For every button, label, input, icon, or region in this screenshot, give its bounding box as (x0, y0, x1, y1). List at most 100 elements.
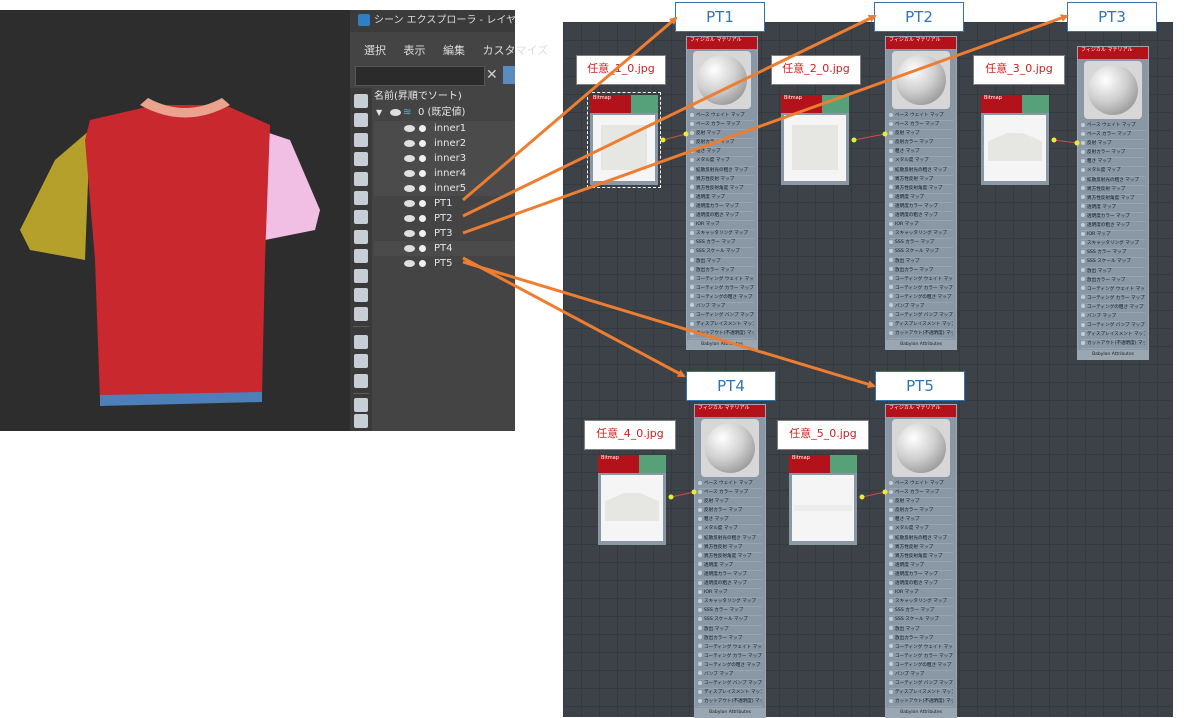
list-item[interactable]: inner2 (374, 136, 515, 151)
eye-icon[interactable] (404, 125, 415, 132)
map-slot[interactable]: 反射カラー マップ (889, 139, 953, 149)
map-slot[interactable]: コーティング バンプ マップ (889, 680, 953, 690)
map-slot[interactable]: SSS カラー マップ (1081, 249, 1145, 259)
map-slot[interactable]: ベース ウェイト マップ (889, 112, 953, 122)
map-slot[interactable]: SSS カラー マップ (698, 607, 762, 617)
eye-icon[interactable] (404, 260, 415, 267)
map-slot[interactable]: 粗さ マップ (690, 148, 754, 158)
map-slot[interactable]: 透明度 マップ (690, 194, 754, 203)
map-slot[interactable]: コーティング ウェイト マップ (889, 276, 953, 285)
map-slot[interactable]: ベース ウェイト マップ (698, 480, 762, 490)
map-slot[interactable]: 反射 マップ (889, 498, 953, 508)
map-slot[interactable]: コーティング バンプ マップ (690, 312, 754, 322)
map-slot[interactable]: ベース ウェイト マップ (889, 480, 953, 490)
map-slot[interactable]: SSS スケール マップ (1081, 258, 1145, 268)
map-slot[interactable]: 異方性反射角度 マップ (690, 185, 754, 194)
map-slot[interactable]: 異方性反射 マップ (889, 544, 953, 553)
map-slot[interactable]: ディスプレイスメント マップ (698, 689, 762, 699)
map-slot[interactable]: ベース ウェイト マップ (690, 112, 754, 122)
list-item[interactable]: inner5 (374, 181, 515, 196)
eye-icon[interactable] (404, 230, 415, 237)
particle-filter-icon[interactable] (354, 288, 368, 302)
map-slot[interactable]: 反射カラー マップ (889, 507, 953, 517)
list-item[interactable]: inner3 (374, 151, 515, 166)
sort-header[interactable]: 名前(昇順でソート) (374, 89, 515, 104)
material-editor-graph[interactable]: Bitmap Bitmap Bitmap Bitmap Bitmap フィジカル… (563, 22, 1173, 718)
physical-material-node[interactable]: フィジカル マテリアル ベース ウェイト マップ ベース カラー マップ 反射 マッ… (686, 36, 758, 351)
map-slot[interactable]: コーティングの粗さ マップ (889, 662, 953, 671)
map-slot[interactable]: スキャッタリング マップ (698, 598, 762, 608)
bitmap-node-4[interactable]: Bitmap (598, 455, 666, 545)
list-item[interactable]: PT2 (374, 211, 515, 226)
map-slot[interactable]: コーティングの粗さ マップ (1081, 304, 1145, 313)
map-slot[interactable]: SSS カラー マップ (690, 239, 754, 249)
layer-row-root[interactable]: ▼ ≋ 0 (既定値) (374, 105, 515, 120)
physical-material-node[interactable]: フィジカル マテリアル ベース ウェイト マップ ベース カラー マップ 反射 マッ… (885, 404, 957, 718)
list-item[interactable]: PT1 (374, 196, 515, 211)
map-slot[interactable]: メタル度 マップ (1081, 167, 1145, 177)
bitmap-node-2[interactable]: Bitmap (781, 95, 849, 185)
map-slot[interactable]: 異方性反射角度 マップ (1081, 195, 1145, 204)
bitmap-node-5[interactable]: Bitmap (789, 455, 857, 545)
funnel-filter-icon[interactable] (354, 414, 368, 428)
map-slot[interactable]: 粗さ マップ (889, 516, 953, 526)
map-slot[interactable]: 反射 マップ (690, 130, 754, 140)
map-slot[interactable]: バンプ マップ (889, 671, 953, 681)
map-slot[interactable]: 放出 マップ (690, 258, 754, 267)
group-filter-icon[interactable] (354, 210, 368, 224)
map-slot[interactable]: バンプ マップ (690, 303, 754, 313)
map-slot[interactable]: SSS カラー マップ (889, 607, 953, 617)
menu-view[interactable]: 表示 (404, 44, 426, 57)
eye-icon[interactable] (404, 200, 415, 207)
expand-arrow-icon[interactable]: ▼ (376, 105, 382, 120)
map-slot[interactable]: カットアウト(不透明度) マップ (1081, 340, 1145, 350)
map-slot[interactable]: コーティング カラー マップ (690, 285, 754, 294)
map-slot[interactable]: コーティング ウェイト マップ (690, 276, 754, 285)
map-slot[interactable]: 透明度の粗さ マップ (889, 212, 953, 222)
map-slot[interactable]: ディスプレイスメント マップ (889, 321, 953, 331)
map-slot[interactable]: 異方性反射 マップ (1081, 186, 1145, 195)
map-slot[interactable]: メタル度 マップ (698, 525, 762, 535)
map-slot[interactable]: コーティング ウェイト マップ (889, 644, 953, 653)
eye-icon[interactable] (404, 170, 415, 177)
map-slot[interactable]: ベース カラー マップ (1081, 131, 1145, 141)
map-slot[interactable]: 透明度 マップ (698, 562, 762, 571)
bone-filter-icon[interactable] (354, 249, 368, 263)
list-item[interactable]: PT4 (374, 241, 515, 256)
map-slot[interactable]: バンプ マップ (698, 671, 762, 681)
map-slot[interactable]: 異方性反射角度 マップ (889, 553, 953, 562)
map-slot[interactable]: IOR マップ (690, 221, 754, 231)
map-slot[interactable]: 拡散反射光の粗さ マップ (690, 167, 754, 176)
map-slot[interactable]: 反射カラー マップ (698, 507, 762, 517)
physical-material-node[interactable]: フィジカル マテリアル ベース ウェイト マップ ベース カラー マップ 反射 マッ… (694, 404, 766, 718)
map-slot[interactable]: 反射 マップ (889, 130, 953, 140)
map-slot[interactable]: カットアウト(不透明度) マップ (690, 330, 754, 340)
eye-icon[interactable] (404, 155, 415, 162)
funnel-icon[interactable] (354, 398, 368, 412)
map-slot[interactable]: ベース カラー マップ (698, 489, 762, 499)
helper-filter-icon[interactable] (354, 172, 368, 186)
eye-icon[interactable] (404, 215, 415, 222)
map-slot[interactable]: 拡散反射光の粗さ マップ (889, 535, 953, 544)
search-input[interactable] (355, 66, 485, 86)
map-slot[interactable]: コーティング ウェイト マップ (1081, 286, 1145, 295)
map-slot[interactable]: 異方性反射角度 マップ (889, 185, 953, 194)
map-slot[interactable]: 放出カラー マップ (698, 635, 762, 644)
map-slot[interactable]: IOR マップ (1081, 231, 1145, 241)
menu-customize[interactable]: カスタマイズ (483, 44, 549, 57)
map-slot[interactable]: コーティング バンプ マップ (698, 680, 762, 690)
map-slot[interactable]: 異方性反射 マップ (690, 176, 754, 185)
clear-search-icon[interactable]: ✕ (486, 65, 498, 85)
eye-icon[interactable] (404, 185, 415, 192)
map-slot[interactable]: 透明度カラー マップ (889, 203, 953, 213)
map-slot[interactable]: ディスプレイスメント マップ (889, 689, 953, 699)
map-slot[interactable]: コーティング カラー マップ (889, 285, 953, 294)
display-none-icon[interactable] (354, 354, 368, 368)
hidden-filter-icon[interactable] (354, 307, 368, 321)
map-slot[interactable]: メタル度 マップ (690, 157, 754, 167)
filter-icon[interactable] (503, 66, 515, 84)
map-slot[interactable]: 異方性反射 マップ (889, 176, 953, 185)
map-slot[interactable]: バンプ マップ (1081, 313, 1145, 323)
map-slot[interactable]: コーティング バンプ マップ (1081, 322, 1145, 332)
display-all-icon[interactable] (354, 335, 368, 349)
